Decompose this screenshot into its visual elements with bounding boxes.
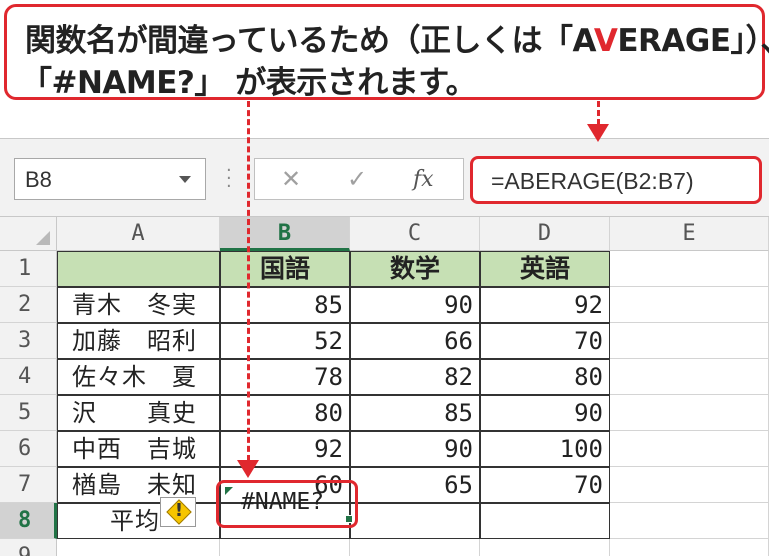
formula-buttons: ✕ ✓ fx — [254, 158, 464, 200]
formula-bar: B8 · · · ✕ ✓ fx =ABERAGE(B2:B7) — [0, 139, 769, 217]
formula-input[interactable]: =ABERAGE(B2:B7) — [470, 156, 762, 204]
error-indicator-icon — [225, 487, 233, 495]
more-options-icon[interactable]: · · · — [226, 162, 232, 196]
enter-icon[interactable]: ✓ — [347, 165, 367, 193]
empty-cell[interactable] — [57, 539, 220, 556]
callout-highlight: V — [593, 23, 618, 59]
student-name[interactable]: 中西 吉城 — [57, 431, 220, 467]
empty-cell[interactable] — [610, 395, 769, 431]
student-name[interactable]: 沢 真史 — [57, 395, 220, 431]
arrow-to-cell-head — [237, 460, 259, 478]
error-value: #NAME? — [241, 489, 325, 515]
column-header-e[interactable]: E — [610, 217, 769, 251]
score-kokugo[interactable]: 78 — [220, 359, 350, 395]
cancel-icon[interactable]: ✕ — [281, 165, 301, 193]
empty-cell[interactable] — [220, 539, 350, 556]
insert-function-icon[interactable]: fx — [413, 167, 434, 192]
column-header-a[interactable]: A — [57, 217, 220, 251]
empty-cell[interactable] — [350, 539, 480, 556]
score-sugaku[interactable]: 66 — [350, 323, 480, 359]
error-cell-b8[interactable]: #NAME? — [216, 480, 358, 528]
callout-line-1: 関数名が間違っているため（正しくは「AVERAGE」）、 — [25, 23, 769, 59]
error-options-button[interactable]: ! — [160, 497, 196, 527]
score-eigo[interactable]: 80 — [480, 359, 610, 395]
select-all-corner[interactable] — [0, 217, 57, 251]
column-header-d[interactable]: D — [480, 217, 610, 251]
name-box[interactable]: B8 — [14, 158, 206, 200]
row-header-1[interactable]: 1 — [0, 251, 57, 287]
excel-window: B8 · · · ✕ ✓ fx =ABERAGE(B2:B7) ABCDE12345… — [0, 138, 769, 556]
row-header-2[interactable]: 2 — [0, 287, 57, 323]
row-header-9[interactable]: 9 — [0, 539, 57, 556]
arrow-to-formula-head — [587, 124, 609, 142]
empty-cell[interactable] — [610, 323, 769, 359]
cell-c8[interactable] — [350, 503, 480, 539]
student-name[interactable]: 青木 冬実 — [57, 287, 220, 323]
row-header-6[interactable]: 6 — [0, 431, 57, 467]
empty-cell[interactable] — [610, 539, 769, 556]
callout-line-2: 「#NAME?」 が表示されます。 — [21, 65, 477, 101]
score-kokugo[interactable]: 85 — [220, 287, 350, 323]
score-eigo[interactable]: 70 — [480, 467, 610, 503]
empty-cell[interactable] — [610, 287, 769, 323]
score-sugaku[interactable]: 65 — [350, 467, 480, 503]
empty-cell[interactable] — [610, 431, 769, 467]
score-kokugo[interactable]: 80 — [220, 395, 350, 431]
row-header-3[interactable]: 3 — [0, 323, 57, 359]
arrow-to-formula-line — [597, 101, 600, 125]
row-header-5[interactable]: 5 — [0, 395, 57, 431]
empty-cell[interactable] — [610, 359, 769, 395]
student-name[interactable]: 佐々木 夏 — [57, 359, 220, 395]
cell-d8[interactable] — [480, 503, 610, 539]
row-header-4[interactable]: 4 — [0, 359, 57, 395]
cell-a1[interactable] — [57, 251, 220, 287]
student-name[interactable]: 加藤 昭利 — [57, 323, 220, 359]
score-eigo[interactable]: 70 — [480, 323, 610, 359]
column-header-b[interactable]: B — [220, 217, 350, 251]
score-sugaku[interactable]: 85 — [350, 395, 480, 431]
empty-cell[interactable] — [480, 539, 610, 556]
arrow-to-cell-line — [247, 101, 250, 461]
row-header-8[interactable]: 8 — [0, 503, 57, 539]
row-header-7[interactable]: 7 — [0, 467, 57, 503]
callout-box: 関数名が間違っているため（正しくは「AVERAGE」）、 「#NAME?」 が表… — [4, 4, 769, 101]
fill-handle[interactable] — [345, 515, 353, 523]
empty-cell[interactable] — [610, 503, 769, 539]
score-eigo[interactable]: 92 — [480, 287, 610, 323]
cell-e1[interactable] — [610, 251, 769, 287]
score-sugaku[interactable]: 82 — [350, 359, 480, 395]
table-header[interactable]: 英語 — [480, 251, 610, 287]
column-header-c[interactable]: C — [350, 217, 480, 251]
score-sugaku[interactable]: 90 — [350, 431, 480, 467]
empty-cell[interactable] — [610, 467, 769, 503]
score-sugaku[interactable]: 90 — [350, 287, 480, 323]
score-eigo[interactable]: 100 — [480, 431, 610, 467]
chevron-down-icon[interactable] — [179, 176, 191, 183]
score-kokugo[interactable]: 52 — [220, 323, 350, 359]
table-header[interactable]: 国語 — [220, 251, 350, 287]
table-header[interactable]: 数学 — [350, 251, 480, 287]
score-eigo[interactable]: 90 — [480, 395, 610, 431]
